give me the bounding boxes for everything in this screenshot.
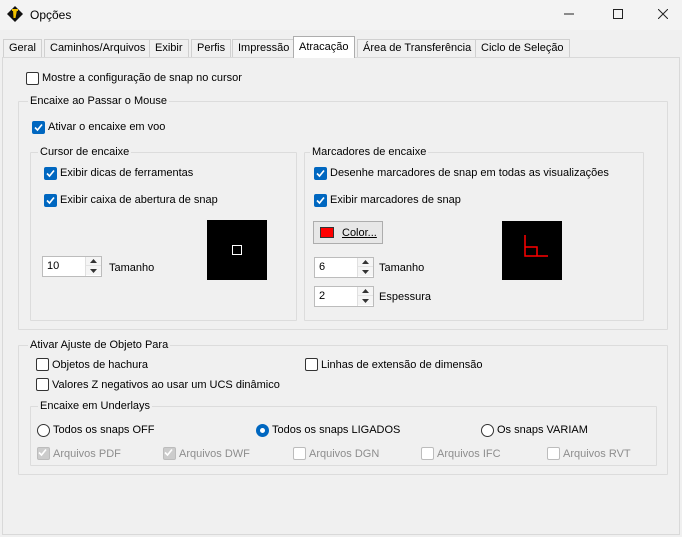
maximize-icon [613, 9, 623, 19]
pdf-files-checkbox[interactable] [37, 447, 50, 460]
show-aperture-checkbox[interactable] [44, 194, 57, 207]
snaps-vary-label: Os snaps VARIAM [497, 424, 588, 436]
spinner-up-button[interactable] [86, 257, 101, 266]
show-snap-config-label: Mostre a configuração de snap no cursor [42, 72, 242, 84]
checkmark-icon [46, 169, 55, 178]
draw-markers-all-views-label: Desenhe marcadores de snap em todas as v… [330, 167, 609, 179]
hatch-objects-label: Objetos de hachura [52, 359, 149, 371]
checkmark-icon [316, 196, 325, 205]
spinner-down-button[interactable] [358, 267, 373, 276]
close-button[interactable] [640, 0, 682, 28]
checkmark-icon [164, 448, 173, 457]
rvt-files-label: Arquivos RVT [563, 448, 631, 460]
arrow-up-icon [362, 260, 369, 264]
spinner-buttons [85, 257, 101, 276]
negative-z-label: Valores Z negativos ao usar um UCS dinâm… [52, 379, 280, 391]
spinner-up-button[interactable] [358, 287, 373, 296]
cursor-size-value: 10 [47, 260, 60, 272]
tab-perfis[interactable]: Perfis [191, 39, 232, 57]
snap-marker-icon [524, 235, 548, 257]
dgn-files-label: Arquivos DGN [309, 448, 380, 460]
spinner-down-button[interactable] [86, 266, 101, 275]
show-markers-label: Exibir marcadores de snap [330, 194, 461, 206]
rvt-files-checkbox[interactable] [547, 447, 560, 460]
color-swatch [320, 227, 334, 238]
arrow-down-icon [362, 269, 369, 274]
dwf-files-checkbox[interactable] [163, 447, 176, 460]
tab-ciclo-selecao[interactable]: Ciclo de Seleção [475, 39, 570, 57]
show-aperture-label: Exibir caixa de abertura de snap [60, 194, 218, 206]
tab-area-transferencia[interactable]: Área de Transferência [357, 39, 478, 57]
marker-thickness-label: Espessura [379, 291, 431, 303]
ifc-files-label: Arquivos IFC [437, 448, 501, 460]
aperture-box-icon [232, 245, 242, 255]
show-snap-config-checkbox[interactable] [26, 72, 39, 85]
tab-exibir[interactable]: Exibir [149, 39, 189, 57]
spinner-buttons [357, 287, 373, 306]
maximize-button[interactable] [595, 0, 641, 28]
arrow-up-icon [362, 289, 369, 293]
tab-impressao[interactable]: Impressão [232, 39, 296, 57]
close-icon [658, 9, 668, 19]
show-tooltips-checkbox[interactable] [44, 167, 57, 180]
all-snaps-off-label: Todos os snaps OFF [53, 424, 155, 436]
marker-preview [502, 221, 562, 280]
arrow-down-icon [362, 298, 369, 303]
object-snap-title: Ativar Ajuste de Objeto Para [28, 339, 171, 351]
spinner-up-button[interactable] [358, 258, 373, 267]
pdf-files-label: Arquivos PDF [53, 448, 121, 460]
cursor-size-spinner[interactable]: 10 [42, 256, 102, 277]
cursor-size-label: Tamanho [109, 262, 155, 274]
tab-geral[interactable]: Geral [3, 39, 42, 57]
hatch-objects-checkbox[interactable] [36, 358, 49, 371]
draw-markers-all-views-checkbox[interactable] [314, 167, 327, 180]
hover-snap-title: Encaixe ao Passar o Mouse [28, 95, 169, 107]
show-markers-checkbox[interactable] [314, 194, 327, 207]
marker-thickness-value: 2 [319, 290, 326, 302]
snap-cursor-title: Cursor de encaixe [38, 146, 132, 158]
window-title: Opções [30, 8, 72, 22]
arrow-up-icon [90, 259, 97, 263]
snap-markers-title: Marcadores de encaixe [310, 146, 429, 158]
app-logo-icon [7, 6, 23, 22]
checkmark-icon [316, 169, 325, 178]
marker-size-label: Tamanho [379, 262, 425, 274]
marker-thickness-spinner[interactable]: 2 [314, 286, 374, 307]
show-tooltips-label: Exibir dicas de ferramentas [60, 167, 194, 179]
marker-size-spinner[interactable]: 6 [314, 257, 374, 278]
tab-caminhos-arquivos[interactable]: Caminhos/Arquivos [44, 39, 152, 57]
ifc-files-checkbox[interactable] [421, 447, 434, 460]
checkmark-icon [34, 123, 43, 132]
arrow-down-icon [90, 268, 97, 273]
color-button[interactable]: Color... [313, 221, 383, 244]
spinner-buttons [357, 258, 373, 277]
dimension-extension-label: Linhas de extensão de dimensão [321, 359, 483, 371]
marker-size-value: 6 [319, 261, 326, 273]
enable-hover-snap-checkbox[interactable] [32, 121, 45, 134]
all-snaps-on-label: Todos os snaps LIGADOS [272, 424, 401, 436]
minimize-icon [564, 13, 574, 15]
dimension-extension-checkbox[interactable] [305, 358, 318, 371]
dwf-files-label: Arquivos DWF [179, 448, 250, 460]
enable-hover-snap-label: Ativar o encaixe em voo [48, 121, 166, 133]
minimize-button[interactable] [546, 0, 592, 28]
checkmark-icon [38, 448, 47, 457]
spinner-down-button[interactable] [358, 296, 373, 305]
underlays-title: Encaixe em Underlays [38, 400, 153, 412]
snaps-vary-radio[interactable] [481, 424, 494, 437]
all-snaps-on-radio[interactable] [256, 424, 269, 437]
negative-z-checkbox[interactable] [36, 378, 49, 391]
color-button-label: Color... [342, 227, 377, 239]
cursor-preview [207, 220, 267, 280]
dgn-files-checkbox[interactable] [293, 447, 306, 460]
all-snaps-off-radio[interactable] [37, 424, 50, 437]
tab-atracacao[interactable]: Atracação [293, 36, 355, 58]
checkmark-icon [46, 196, 55, 205]
